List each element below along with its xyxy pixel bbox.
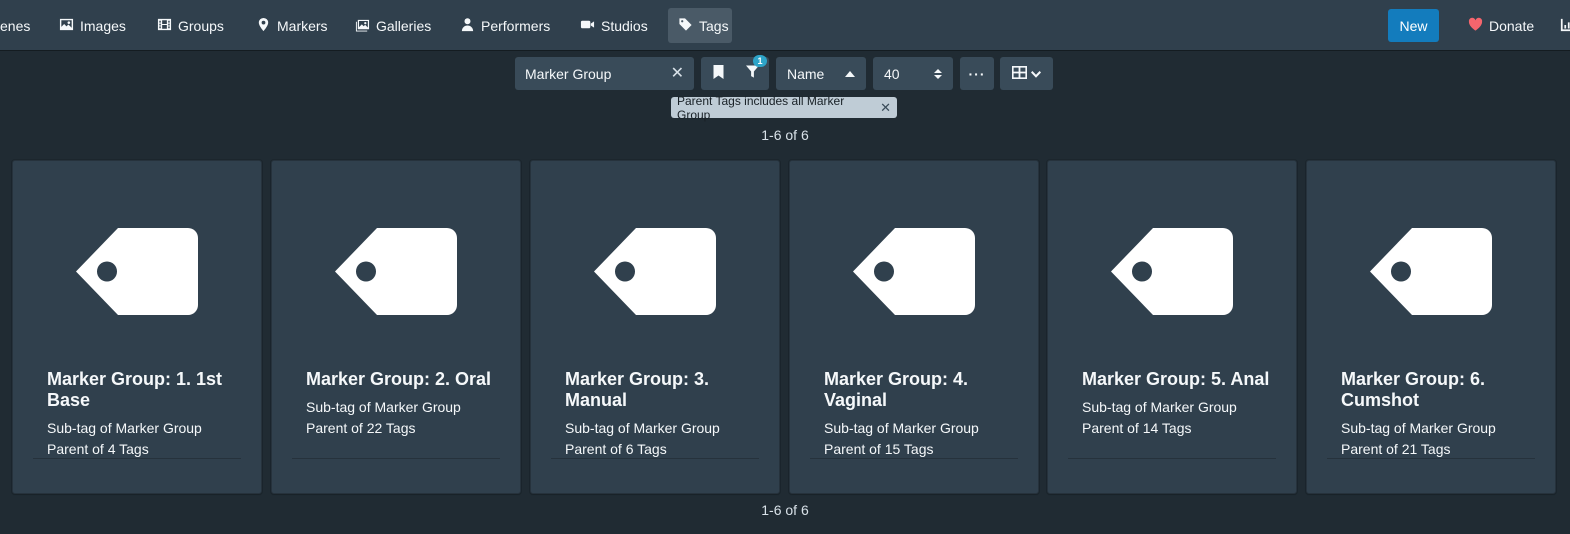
sort-label: Name bbox=[787, 65, 825, 82]
pagination-count-top: 1-6 of 6 bbox=[761, 127, 809, 143]
tag-card-title[interactable]: Marker Group: 3. Manual bbox=[565, 369, 761, 411]
bookmark-icon bbox=[712, 65, 725, 82]
tag-card-title[interactable]: Marker Group: 2. Oral bbox=[306, 369, 502, 390]
tag-card[interactable]: Marker Group: 5. Anal Sub-tag of Marker … bbox=[1047, 160, 1297, 494]
sub-tag-text[interactable]: Sub-tag of Marker Group bbox=[1341, 420, 1537, 436]
filter-button-group: 1 bbox=[701, 55, 769, 90]
tag-icon[interactable] bbox=[594, 228, 716, 315]
tag-card[interactable]: Marker Group: 4. Vaginal Sub-tag of Mark… bbox=[789, 160, 1039, 494]
nav-galleries-label: Galleries bbox=[376, 17, 432, 34]
nav-galleries[interactable]: Galleries bbox=[345, 8, 441, 43]
nav-performers-label: Performers bbox=[481, 17, 551, 34]
tag-card-title[interactable]: Marker Group: 4. Vaginal bbox=[824, 369, 1020, 411]
parent-of-text[interactable]: Parent of 22 Tags bbox=[306, 420, 502, 436]
ellipsis-icon: ··· bbox=[968, 65, 986, 82]
tag-icon[interactable] bbox=[335, 228, 457, 315]
saved-filters-button[interactable] bbox=[701, 57, 735, 90]
card-divider bbox=[1327, 458, 1535, 459]
nav-scenes[interactable]: enes bbox=[0, 8, 40, 43]
parent-of-text[interactable]: Parent of 14 Tags bbox=[1082, 420, 1278, 436]
user-icon bbox=[460, 17, 475, 35]
film-icon bbox=[157, 17, 172, 35]
sub-tag-text[interactable]: Sub-tag of Marker Group bbox=[1082, 399, 1278, 415]
parent-of-text[interactable]: Parent of 21 Tags bbox=[1341, 441, 1537, 457]
tag-card-title[interactable]: Marker Group: 6. Cumshot bbox=[1341, 369, 1537, 411]
images-icon bbox=[355, 17, 370, 35]
sub-tag-text[interactable]: Sub-tag of Marker Group bbox=[824, 420, 1020, 436]
donate-button[interactable]: Donate bbox=[1462, 8, 1540, 43]
sub-tag-text[interactable]: Sub-tag of Marker Group bbox=[565, 420, 761, 436]
remove-filter-icon[interactable]: ✕ bbox=[880, 100, 891, 116]
nav-groups[interactable]: Groups bbox=[147, 8, 234, 43]
tag-icon[interactable] bbox=[1370, 228, 1492, 315]
tag-card-title[interactable]: Marker Group: 1. 1st Base bbox=[47, 369, 243, 411]
video-icon bbox=[580, 17, 595, 35]
parent-of-text[interactable]: Parent of 4 Tags bbox=[47, 441, 243, 457]
filter-icon bbox=[745, 65, 759, 82]
sub-tag-text[interactable]: Sub-tag of Marker Group bbox=[47, 420, 243, 436]
nav-scenes-label: enes bbox=[0, 17, 31, 34]
select-arrows-icon bbox=[934, 68, 942, 79]
nav-tags-label: Tags bbox=[699, 17, 729, 34]
per-page-value: 40 bbox=[884, 65, 900, 82]
image-icon bbox=[59, 17, 74, 35]
donate-label: Donate bbox=[1489, 17, 1535, 34]
nav-markers-label: Markers bbox=[277, 17, 328, 34]
nav-performers[interactable]: Performers bbox=[450, 8, 560, 43]
tag-card[interactable]: Marker Group: 6. Cumshot Sub-tag of Mark… bbox=[1306, 160, 1556, 494]
filter-tag-label: Parent Tags includes all Marker Group bbox=[677, 93, 845, 122]
tag-card[interactable]: Marker Group: 2. Oral Sub-tag of Marker … bbox=[271, 160, 521, 494]
more-options-button[interactable]: ··· bbox=[960, 57, 994, 90]
nav-images-label: Images bbox=[80, 17, 126, 34]
map-marker-icon bbox=[256, 17, 271, 35]
parent-of-text[interactable]: Parent of 6 Tags bbox=[565, 441, 761, 457]
per-page-select[interactable]: 40 bbox=[873, 57, 953, 90]
display-mode-button[interactable] bbox=[1000, 57, 1053, 90]
chevron-down-icon bbox=[1031, 66, 1041, 82]
pagination-count-bottom: 1-6 of 6 bbox=[761, 502, 809, 518]
nav-groups-label: Groups bbox=[178, 17, 224, 34]
card-divider bbox=[1068, 458, 1276, 459]
sub-tag-text[interactable]: Sub-tag of Marker Group bbox=[306, 399, 502, 415]
sort-direction-icon[interactable] bbox=[845, 70, 855, 77]
active-filter-tag[interactable]: Parent Tags includes all Marker Group ✕ bbox=[671, 94, 897, 122]
tag-icon[interactable] bbox=[1111, 228, 1233, 315]
tag-card[interactable]: Marker Group: 3. Manual Sub-tag of Marke… bbox=[530, 160, 780, 494]
chart-icon[interactable] bbox=[1560, 18, 1570, 32]
filter-count-badge: 1 bbox=[753, 55, 767, 67]
nav-images[interactable]: Images bbox=[49, 8, 136, 43]
top-navbar: enes Images Groups Markers Galleries Per… bbox=[0, 0, 1570, 50]
nav-tags[interactable]: Tags bbox=[668, 8, 732, 43]
heart-icon bbox=[1468, 17, 1483, 35]
card-divider bbox=[810, 458, 1018, 459]
card-divider bbox=[292, 458, 500, 459]
search-value: Marker Group bbox=[525, 65, 612, 82]
tag-card-title[interactable]: Marker Group: 5. Anal bbox=[1082, 369, 1278, 390]
filter-button[interactable]: 1 bbox=[735, 55, 769, 90]
search-input[interactable]: Marker Group ✕ bbox=[515, 57, 694, 90]
tag-icon[interactable] bbox=[853, 228, 975, 315]
clear-search-icon[interactable]: ✕ bbox=[671, 65, 684, 82]
tag-card[interactable]: Marker Group: 1. 1st Base Sub-tag of Mar… bbox=[12, 160, 262, 494]
grid-icon bbox=[1012, 65, 1027, 82]
tag-icon[interactable] bbox=[76, 228, 198, 315]
parent-of-text[interactable]: Parent of 15 Tags bbox=[824, 441, 1020, 457]
tag-icon bbox=[678, 17, 693, 35]
nav-studios[interactable]: Studios bbox=[570, 8, 658, 43]
card-divider bbox=[551, 458, 759, 459]
nav-markers[interactable]: Markers bbox=[246, 8, 338, 43]
sort-select[interactable]: Name bbox=[776, 57, 866, 90]
new-button[interactable]: New bbox=[1388, 9, 1439, 42]
card-divider bbox=[33, 458, 241, 459]
nav-studios-label: Studios bbox=[601, 17, 648, 34]
